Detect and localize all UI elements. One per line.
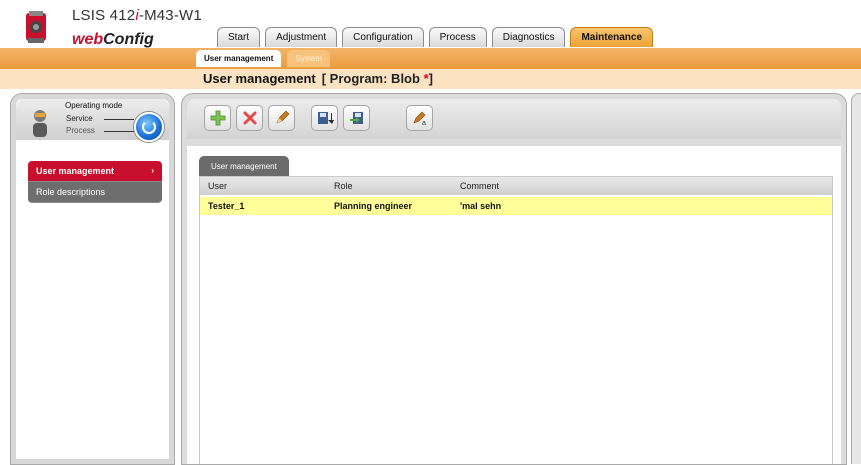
tab-configuration[interactable]: Configuration: [342, 27, 424, 47]
program-suffix: ]: [428, 71, 433, 86]
subtab-user-management[interactable]: User management: [196, 50, 282, 67]
webconfig-logo: webConfig: [72, 31, 154, 49]
tab-adjustment[interactable]: Adjustment: [265, 27, 338, 47]
operator-icon: [33, 110, 47, 137]
import-button[interactable]: [311, 105, 338, 131]
mode-process-line: [104, 131, 134, 132]
delete-user-icon: [243, 111, 256, 125]
menu-item-label: Role descriptions: [36, 187, 106, 197]
left-panel: Operating mode Service Process User mana…: [10, 93, 175, 465]
tab-diagnostics[interactable]: Diagnostics: [491, 27, 566, 47]
import-icon: [317, 112, 334, 124]
table-tab[interactable]: User management: [199, 156, 289, 177]
subtab-band: [0, 48, 861, 69]
subtab-system[interactable]: System: [287, 50, 331, 67]
device-name: LSIS 412i-M43-W1: [72, 7, 202, 24]
mode-service-label: Service: [66, 114, 93, 123]
table-header: User Role Comment: [200, 177, 832, 195]
export-icon: [349, 112, 363, 124]
operating-mode-label: Operating mode: [65, 101, 123, 110]
toolbar: a: [187, 99, 841, 139]
add-user-icon: [210, 110, 225, 126]
tab-process[interactable]: Process: [428, 27, 487, 47]
page-title: User management [ Program: Blob *]: [203, 71, 433, 86]
table-row[interactable]: Tester_1 Planning engineer 'mal sehn: [200, 197, 832, 215]
header-role[interactable]: Role: [334, 181, 353, 191]
main-panel: a User management User Role Comment Test…: [181, 93, 847, 465]
right-collapsed-panel: [851, 93, 861, 464]
logo-config: Config: [103, 31, 154, 48]
logo-web: web: [72, 31, 104, 48]
header-user[interactable]: User: [208, 181, 227, 191]
device-name-suffix: -M43-W1: [138, 7, 202, 24]
program-prefix: [ Program: Blob: [321, 71, 424, 86]
change-password-button[interactable]: a: [406, 105, 433, 131]
mode-service-line: [104, 119, 134, 120]
menu-item-user-management[interactable]: User management ›: [28, 161, 162, 182]
tab-maintenance[interactable]: Maintenance: [570, 27, 654, 47]
mode-switch-knob[interactable]: [134, 112, 164, 142]
page-title-text: User management: [203, 71, 316, 86]
cell-role: Planning engineer: [334, 201, 413, 211]
svg-text:a: a: [422, 120, 426, 126]
menu-item-role-descriptions[interactable]: Role descriptions: [28, 182, 162, 203]
program-indicator: [ Program: Blob *]: [322, 71, 433, 86]
tab-start[interactable]: Start: [217, 27, 261, 47]
edit-user-button[interactable]: [268, 105, 295, 131]
edit-user-icon: [275, 110, 289, 124]
operating-mode-box: Operating mode Service Process: [16, 99, 169, 142]
user-table: User Role Comment Tester_1 Planning engi…: [199, 176, 833, 464]
sensor-device-icon: [26, 11, 46, 43]
add-user-button[interactable]: [204, 105, 231, 131]
mode-process-label: Process: [66, 126, 95, 135]
content-area: User management User Role Comment Tester…: [187, 146, 841, 464]
sub-tabs: User management System: [196, 50, 331, 67]
main-tabs: Start Adjustment Configuration Process D…: [217, 27, 654, 48]
side-menu: User management › Role descriptions: [28, 161, 162, 203]
device-name-prefix: LSIS 412: [72, 7, 136, 24]
export-button[interactable]: [343, 105, 370, 131]
header-comment[interactable]: Comment: [460, 181, 499, 191]
cell-comment: 'mal sehn: [460, 201, 502, 211]
chevron-right-icon: ›: [151, 166, 154, 175]
cell-user: Tester_1: [208, 201, 245, 211]
delete-user-button[interactable]: [236, 105, 263, 131]
change-password-icon: a: [412, 111, 426, 126]
menu-item-label: User management: [36, 166, 115, 176]
